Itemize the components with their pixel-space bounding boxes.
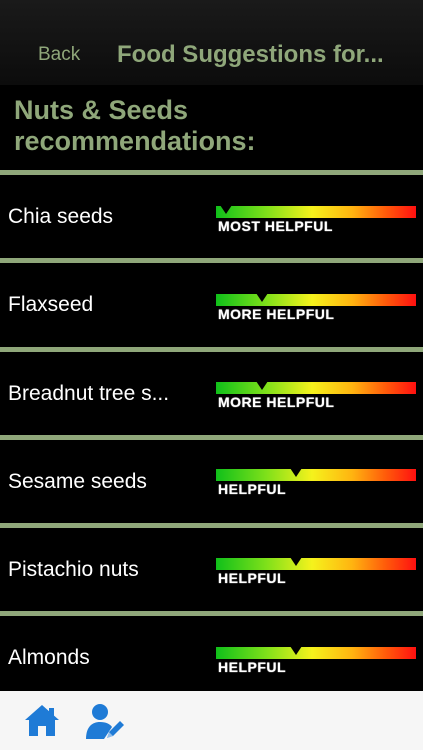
food-name: Sesame seeds [8, 470, 147, 493]
meter-pointer [256, 381, 268, 390]
helpfulness-label: HELPFUL [218, 481, 287, 497]
list-item[interactable]: Almonds HELPFUL [0, 616, 423, 699]
food-name: Flaxseed [8, 293, 94, 316]
meter-pointer [220, 205, 232, 214]
list-item[interactable]: Sesame seeds HELPFUL [0, 440, 423, 523]
edit-profile-icon[interactable] [84, 701, 124, 741]
meter-pointer [256, 293, 268, 302]
meter-gradient [216, 294, 416, 306]
navigation-bar: Back Food Suggestions for... [0, 0, 423, 85]
meter-gradient [216, 558, 416, 570]
list-item[interactable]: Breadnut tree s... MORE HELPFUL [0, 352, 423, 435]
meter-gradient [216, 206, 416, 218]
list-item[interactable]: Pistachio nuts HELPFUL [0, 528, 423, 611]
list-item[interactable]: Chia seeds MOST HELPFUL [0, 175, 423, 258]
helpfulness-meter: HELPFUL [216, 557, 416, 586]
helpfulness-label: MOST HELPFUL [218, 218, 333, 234]
meter-gradient [216, 469, 416, 481]
meter-pointer [290, 557, 302, 566]
meter-gradient [216, 647, 416, 659]
page-title: Food Suggestions for... [117, 41, 384, 68]
helpfulness-meter: MORE HELPFUL [216, 293, 416, 322]
helpfulness-label: MORE HELPFUL [218, 306, 335, 322]
helpfulness-label: HELPFUL [218, 659, 287, 675]
meter-gradient [216, 382, 416, 394]
food-name: Pistachio nuts [8, 558, 139, 581]
helpfulness-label: HELPFUL [218, 570, 287, 586]
list-item[interactable]: Flaxseed MORE HELPFUL [0, 263, 423, 346]
food-name: Chia seeds [8, 205, 114, 228]
helpfulness-meter: HELPFUL [216, 646, 416, 675]
food-name: Breadnut tree s... [8, 382, 170, 405]
home-icon[interactable] [22, 701, 62, 741]
helpfulness-label: MORE HELPFUL [218, 394, 335, 410]
helpfulness-meter: HELPFUL [216, 468, 416, 497]
meter-pointer [290, 646, 302, 655]
helpfulness-meter: MORE HELPFUL [216, 381, 416, 410]
tab-bar [0, 691, 423, 750]
section-heading: Nuts & Seeds recommendations: [14, 95, 256, 156]
back-button[interactable]: Back [38, 44, 80, 66]
helpfulness-meter: MOST HELPFUL [216, 205, 416, 234]
food-name: Almonds [8, 646, 90, 669]
meter-pointer [290, 468, 302, 477]
